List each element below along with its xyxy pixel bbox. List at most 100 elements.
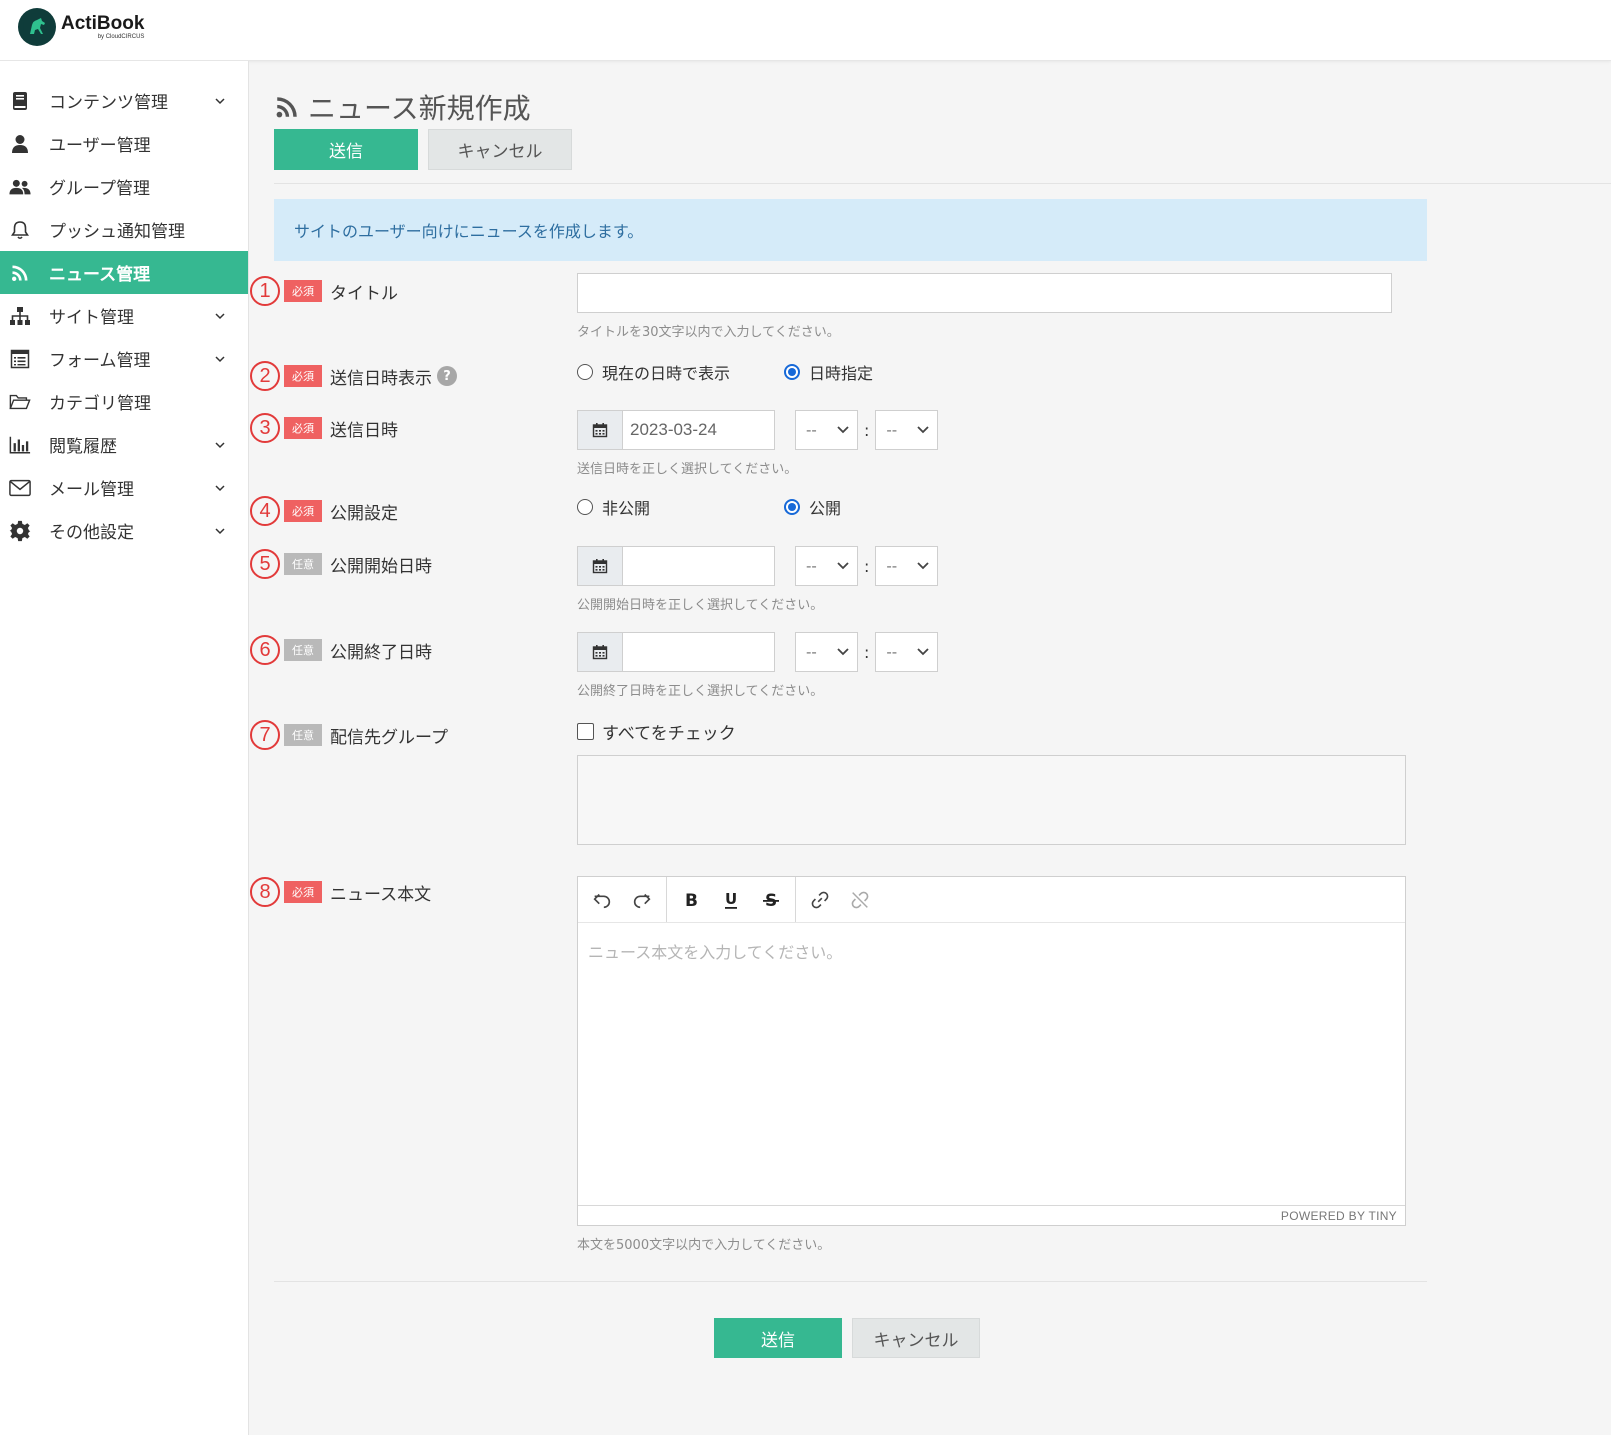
cancel-button-bottom[interactable]: キャンセル: [852, 1318, 980, 1358]
bar-chart-icon: [9, 434, 31, 456]
sidebar-item-label: サイト管理: [49, 308, 134, 328]
rss-icon: [276, 97, 297, 118]
field-label: 公開終了日時: [330, 642, 432, 663]
select-value: --: [806, 421, 817, 439]
app-subtitle: by CloudCIRCUS: [97, 34, 145, 40]
sidebar-item-label: 閲覧履歴: [49, 437, 117, 457]
group-list[interactable]: [577, 755, 1406, 845]
required-badge: 必須: [284, 365, 322, 387]
submit-button-bottom[interactable]: 送信: [714, 1318, 842, 1358]
powered-by-text[interactable]: POWERED BY TINY: [1281, 1209, 1397, 1223]
sidebar-item-label: コンテンツ管理: [49, 93, 168, 113]
send-minute-select[interactable]: --: [875, 410, 939, 450]
bell-icon: [9, 219, 31, 241]
svg-text:U: U: [725, 890, 737, 908]
link-icon[interactable]: [800, 883, 840, 917]
editor-toolbar: B U S: [578, 877, 1405, 923]
optional-badge: 任意: [284, 724, 322, 746]
checkbox-label: すべてをチェック: [602, 723, 736, 744]
radio-label: 日時指定: [809, 364, 874, 383]
svg-text:B: B: [685, 891, 698, 910]
field-number: 3: [250, 413, 280, 443]
redo-icon[interactable]: [622, 883, 662, 917]
radio-private[interactable]: 非公開: [577, 495, 784, 519]
editor-statusbar: POWERED BY TINY: [578, 1205, 1405, 1225]
required-badge: 必須: [284, 500, 322, 522]
sidebar-item-rss[interactable]: ニュース管理: [0, 251, 248, 294]
radio-specify-datetime[interactable]: 日時指定: [784, 360, 873, 384]
required-badge: 必須: [284, 280, 322, 302]
chevron-down-icon: [917, 562, 930, 570]
select-value: --: [806, 643, 817, 661]
book-icon: [9, 90, 31, 112]
field-number: 5: [250, 549, 280, 579]
sidebar-item-label: その他設定: [49, 523, 134, 543]
calendar-icon[interactable]: [577, 410, 623, 450]
chevron-down-icon[interactable]: [212, 480, 228, 496]
field-number: 4: [250, 496, 280, 526]
chevron-down-icon[interactable]: [212, 308, 228, 324]
strikethrough-icon[interactable]: S: [751, 883, 791, 917]
body-hint: 本文を5000文字以内で入力してください。: [577, 1238, 831, 1253]
radio-circle-selected: [784, 364, 800, 380]
publish-start-hour-select[interactable]: --: [795, 546, 858, 586]
radio-current-datetime[interactable]: 現在の日時で表示: [577, 360, 784, 384]
chevron-down-icon[interactable]: [212, 351, 228, 367]
field-label: 公開設定: [330, 503, 398, 524]
submit-button-top[interactable]: 送信: [274, 129, 418, 170]
calendar-icon[interactable]: [577, 546, 623, 586]
sidebar-item-user[interactable]: ユーザー管理: [0, 122, 248, 165]
sidebar-item-book[interactable]: コンテンツ管理: [0, 79, 248, 122]
sidebar-item-envelope[interactable]: メール管理: [0, 466, 248, 509]
field-number: 8: [250, 877, 280, 907]
chevron-down-icon: [917, 426, 930, 434]
publish-start-minute-select[interactable]: --: [875, 546, 939, 586]
title-input[interactable]: [577, 273, 1392, 313]
chevron-down-icon: [837, 562, 849, 570]
sidebar-item-sitemap[interactable]: サイト管理: [0, 294, 248, 337]
app-name: ActiBook: [61, 13, 145, 34]
bold-icon[interactable]: B: [671, 883, 711, 917]
cancel-button-top[interactable]: キャンセル: [428, 129, 572, 170]
field-label: 配信先グループ: [330, 727, 448, 748]
field-label: 送信日時: [330, 420, 398, 441]
optional-badge: 任意: [284, 553, 322, 575]
chevron-down-icon[interactable]: [212, 93, 228, 109]
radio-public[interactable]: 公開: [784, 495, 841, 519]
publish-end-hour-select[interactable]: --: [795, 632, 858, 672]
app-logo[interactable]: ActiBook by CloudCIRCUS: [18, 8, 144, 46]
publish-end-date-input[interactable]: [623, 632, 775, 672]
unlink-icon[interactable]: [840, 883, 880, 917]
sidebar-item-users[interactable]: グループ管理: [0, 165, 248, 208]
sidebar-item-gear[interactable]: その他設定: [0, 509, 248, 552]
user-icon: [9, 133, 31, 155]
send-hour-select[interactable]: --: [795, 410, 858, 450]
chevron-down-icon[interactable]: [212, 437, 228, 453]
optional-badge: 任意: [284, 639, 322, 661]
send-date-input[interactable]: 2023-03-24: [623, 410, 775, 450]
chevron-down-icon[interactable]: [212, 523, 228, 539]
sidebar-item-label: メール管理: [49, 480, 134, 500]
radio-circle-selected: [784, 499, 800, 515]
sidebar-item-bar-chart[interactable]: 閲覧履歴: [0, 423, 248, 466]
publish-start-date-input[interactable]: [623, 546, 775, 586]
calendar-icon[interactable]: [577, 632, 623, 672]
sidebar-item-label: グループ管理: [49, 179, 150, 199]
sidebar-item-form[interactable]: フォーム管理: [0, 337, 248, 380]
underline-icon[interactable]: U: [711, 883, 751, 917]
check-all-checkbox[interactable]: すべてをチェック: [577, 717, 1406, 745]
undo-icon[interactable]: [582, 883, 622, 917]
field-label: ニュース本文: [330, 884, 432, 905]
publish-end-minute-select[interactable]: --: [875, 632, 939, 672]
page-title: ニュース新規作成: [274, 87, 531, 127]
select-value: --: [886, 643, 898, 661]
folder-icon: [9, 391, 31, 413]
sidebar: コンテンツ管理ユーザー管理グループ管理プッシュ通知管理 ニュース管理サイト管理フォ…: [0, 61, 249, 1435]
sidebar-item-folder[interactable]: カテゴリ管理: [0, 380, 248, 423]
publish-end-hint: 公開終了日時を正しく選択してください。: [577, 684, 824, 699]
sidebar-item-bell[interactable]: プッシュ通知管理: [0, 208, 248, 251]
help-icon[interactable]: ?: [437, 366, 457, 386]
time-separator: :: [864, 420, 870, 440]
rich-text-editor[interactable]: B U S ニュース本文を入力してください。 POWERED BY TINY: [577, 876, 1406, 1226]
gear-icon: [9, 520, 31, 542]
